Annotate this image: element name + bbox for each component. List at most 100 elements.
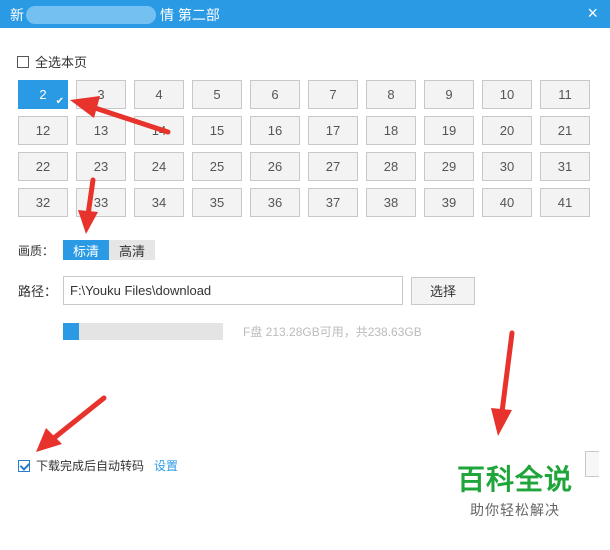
episode-number: 8 <box>387 87 395 102</box>
episode-button-35[interactable]: 35 <box>192 188 242 217</box>
episode-number: 23 <box>93 159 109 174</box>
watermark-subtitle: 助你轻松解决 <box>470 502 560 518</box>
episode-button-41[interactable]: 41 <box>540 188 590 217</box>
episode-number: 30 <box>499 159 515 174</box>
episode-number: 29 <box>441 159 457 174</box>
episode-button-14[interactable]: 14 <box>134 116 184 145</box>
episode-number: 20 <box>499 123 515 138</box>
episode-button-36[interactable]: 36 <box>250 188 300 217</box>
episode-button-23[interactable]: 23 <box>76 152 126 181</box>
episode-button-7[interactable]: 7 <box>308 80 358 109</box>
path-input[interactable]: F:\Youku Files\download <box>63 276 403 305</box>
episode-button-9[interactable]: 9 <box>424 80 474 109</box>
episode-button-25[interactable]: 25 <box>192 152 242 181</box>
episode-number: 6 <box>271 87 279 102</box>
disk-usage-bar <box>63 323 223 340</box>
episode-number: 38 <box>383 195 399 210</box>
episode-number: 15 <box>209 123 225 138</box>
episode-button-5[interactable]: 5 <box>192 80 242 109</box>
auto-convert-row: 下载完成后自动转码 设置 <box>18 457 178 474</box>
episode-button-22[interactable]: 22 <box>18 152 68 181</box>
episode-button-3[interactable]: 3 <box>76 80 126 109</box>
episode-button-30[interactable]: 30 <box>482 152 532 181</box>
episode-button-12[interactable]: 12 <box>18 116 68 145</box>
episode-button-15[interactable]: 15 <box>192 116 242 145</box>
episode-button-13[interactable]: 13 <box>76 116 126 145</box>
annotation-arrowhead-confirm <box>491 408 512 436</box>
close-icon[interactable]: × <box>587 3 598 24</box>
episode-number: 12 <box>35 123 51 138</box>
episode-button-8[interactable]: 8 <box>366 80 416 109</box>
episode-number: 25 <box>209 159 225 174</box>
episode-number: 4 <box>155 87 163 102</box>
episode-number: 19 <box>441 123 457 138</box>
episode-number: 11 <box>558 87 572 102</box>
episode-button-28[interactable]: 28 <box>366 152 416 181</box>
annotation-arrowhead-autoconvert <box>36 428 62 452</box>
episode-number: 32 <box>35 195 51 210</box>
check-icon: ✔ <box>55 96 64 107</box>
episode-number: 22 <box>35 159 51 174</box>
episode-number: 10 <box>499 87 515 102</box>
window-title: 情 第二部 <box>160 7 220 23</box>
episode-number: 40 <box>499 195 515 210</box>
episode-button-40[interactable]: 40 <box>482 188 532 217</box>
episode-number: 18 <box>383 123 399 138</box>
episode-button-27[interactable]: 27 <box>308 152 358 181</box>
episode-button-29[interactable]: 29 <box>424 152 474 181</box>
episode-button-24[interactable]: 24 <box>134 152 184 181</box>
auto-convert-label: 下载完成后自动转码 <box>36 459 145 473</box>
episode-button-38[interactable]: 38 <box>366 188 416 217</box>
episode-button-6[interactable]: 6 <box>250 80 300 109</box>
episode-number: 21 <box>557 123 573 138</box>
episode-button-17[interactable]: 17 <box>308 116 358 145</box>
quality-label: 画质： <box>18 243 55 258</box>
episode-number: 14 <box>151 123 167 138</box>
episode-button-2[interactable]: 2 ✔ <box>18 80 68 109</box>
episode-button-10[interactable]: 10 <box>482 80 532 109</box>
episode-number: 24 <box>151 159 167 174</box>
quality-option-standard[interactable]: 标清 <box>63 240 110 260</box>
choose-path-button[interactable]: 选择 <box>411 276 475 305</box>
episode-button-11[interactable]: 11 <box>540 80 590 109</box>
episode-button-31[interactable]: 31 <box>540 152 590 181</box>
episode-button-34[interactable]: 34 <box>134 188 184 217</box>
episode-number: 28 <box>383 159 399 174</box>
episode-button-18[interactable]: 18 <box>366 116 416 145</box>
episode-number: 41 <box>557 195 573 210</box>
episode-number: 36 <box>267 195 283 210</box>
path-row: 路径： F:\Youku Files\download 选择 <box>18 276 475 305</box>
window-title-prefix: 新 <box>10 7 24 23</box>
episode-button-37[interactable]: 37 <box>308 188 358 217</box>
episode-number: 27 <box>325 159 341 174</box>
episode-number: 13 <box>93 123 109 138</box>
settings-link[interactable]: 设置 <box>154 457 178 474</box>
episode-number: 35 <box>209 195 225 210</box>
episode-button-33[interactable]: 33 <box>76 188 126 217</box>
episode-number: 7 <box>329 87 337 102</box>
episode-button-4[interactable]: 4 <box>134 80 184 109</box>
quality-option-hd[interactable]: 高清 <box>109 240 156 260</box>
episode-button-20[interactable]: 20 <box>482 116 532 145</box>
episode-number: 39 <box>441 195 457 210</box>
episode-number: 31 <box>557 159 573 174</box>
episode-button-39[interactable]: 39 <box>424 188 474 217</box>
disk-usage-fill <box>63 323 79 340</box>
episode-button-21[interactable]: 21 <box>540 116 590 145</box>
path-label: 路径： <box>18 284 58 299</box>
auto-convert-checkbox[interactable] <box>18 459 30 472</box>
confirm-button-edge[interactable] <box>585 451 599 477</box>
episode-button-26[interactable]: 26 <box>250 152 300 181</box>
episode-number: 17 <box>325 123 341 138</box>
title-redaction-blur <box>26 6 156 24</box>
episode-number: 9 <box>445 87 453 102</box>
watermark-logo: 百科全说 助你轻松解决 <box>446 458 584 526</box>
disk-usage: F盘 213.28GB可用，共238.63GB <box>63 323 422 340</box>
select-all-checkbox[interactable] <box>17 55 29 68</box>
episode-button-16[interactable]: 16 <box>250 116 300 145</box>
episode-button-32[interactable]: 32 <box>18 188 68 217</box>
episode-button-19[interactable]: 19 <box>424 116 474 145</box>
select-all-row[interactable]: 全选本页 <box>17 52 87 71</box>
watermark-title: 百科全说 <box>456 464 573 495</box>
episode-number: 37 <box>325 195 341 210</box>
